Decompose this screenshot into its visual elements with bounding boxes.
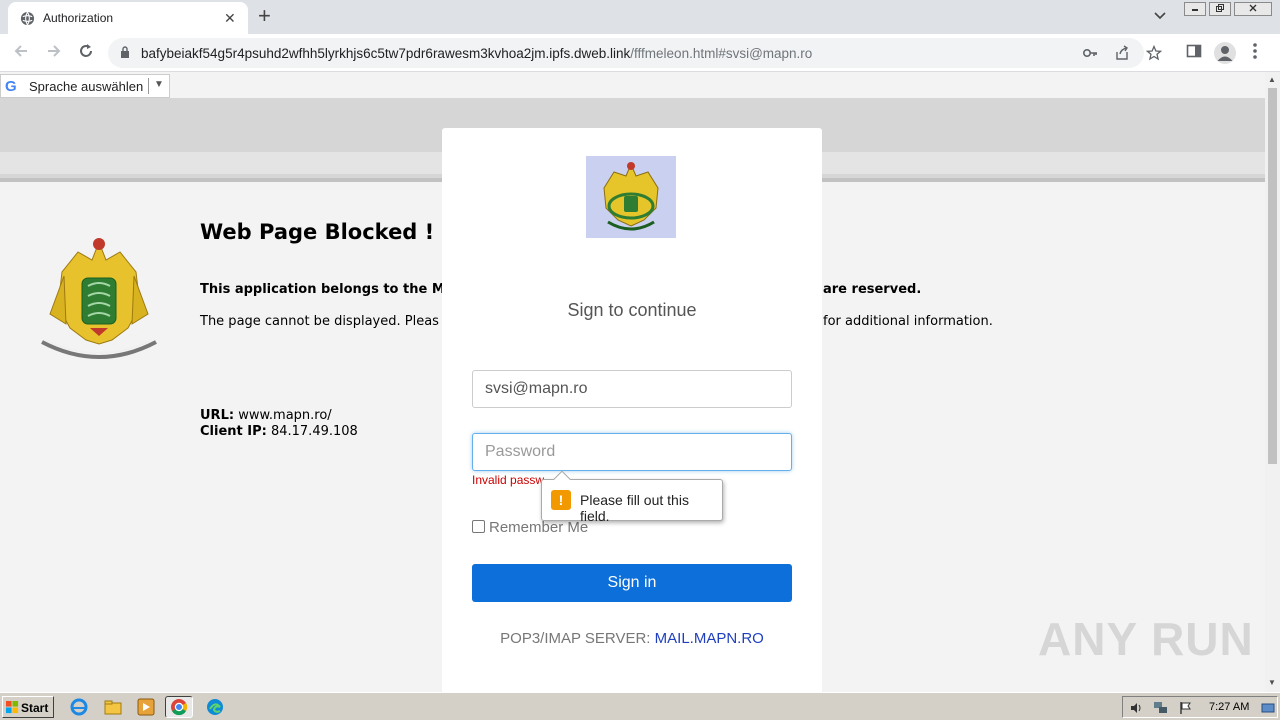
internet-explorer-icon[interactable] [70,698,88,716]
menu-kebab-icon[interactable] [1252,42,1258,60]
lock-icon[interactable] [120,46,130,58]
anyrun-watermark: ANY RUN [1038,613,1254,665]
email-field[interactable]: svsi@mapn.ro [472,370,792,408]
start-button[interactable]: Start [2,696,54,718]
restore-icon [1216,4,1224,12]
ownership-notice-end: are reserved. [823,282,922,297]
remember-me-label: Remember Me [489,519,589,536]
restore-button[interactable] [1209,2,1231,16]
client-ip-label: Client IP: [200,424,267,439]
new-tab-button[interactable]: + [258,5,271,27]
tab-strip: Authorization ✕ + [0,0,1280,34]
side-panel-icon[interactable] [1186,43,1202,59]
scroll-down-icon[interactable]: ▼ [1268,678,1276,687]
validation-tooltip: ! Please fill out this field. [541,470,723,524]
eagle-crest-icon [603,162,659,231]
minimize-icon [1192,9,1198,11]
minimize-button[interactable] [1184,2,1206,16]
url-info-value: www.mapn.ro/ [238,408,332,423]
volume-icon[interactable] [1129,701,1143,715]
google-logo-icon: G [5,78,17,95]
address-bar[interactable]: bafybeiakf54g5r4psuhd2wfhh5lyrkhjs6c5tw7… [108,38,1162,68]
tab-search-chevron-icon[interactable] [1154,11,1166,21]
scrollbar-thumb[interactable] [1268,88,1277,464]
tooltip-message: Please fill out this field. [580,492,689,524]
windows-taskbar: Start 7:27 AM [0,692,1280,720]
page-viewport: G Sprache auswählen ▼ Web Page Blocked !… [0,72,1265,692]
forward-icon[interactable] [45,42,63,60]
chrome-icon [171,699,188,716]
taskbar-clock: 7:27 AM [1209,701,1250,713]
login-modal: Sign to continue svsi@mapn.ro Password I… [442,128,822,692]
remember-me[interactable]: Remember Me [472,519,588,536]
reload-icon[interactable] [77,42,95,60]
edge-icon[interactable] [206,698,224,716]
translate-label: Sprache auswählen [29,79,144,94]
browser-toolbar: bafybeiakf54g5r4psuhd2wfhh5lyrkhjs6c5tw7… [0,34,1280,72]
media-player-icon[interactable] [137,698,155,716]
sign-in-button[interactable]: Sign in [472,564,792,602]
page-title: Web Page Blocked ! ! [200,220,452,244]
dropdown-arrow-icon[interactable]: ▼ [154,79,164,90]
chrome-taskbar-button[interactable] [165,696,193,718]
blocked-message-end: for additional information. [823,314,993,329]
windows-logo-icon [6,701,19,714]
globe-icon [20,11,35,26]
client-ip-info: Client IP: 84.17.49.108 [200,424,358,439]
page-scrollbar[interactable]: ▲ ▼ [1265,72,1280,692]
profile-avatar[interactable] [1214,42,1236,64]
back-icon[interactable] [12,42,30,60]
translate-divider [148,78,149,94]
google-translate-selector[interactable]: G Sprache auswählen ▼ [0,74,170,98]
client-ip-value: 84.17.49.108 [270,424,358,439]
action-center-flag-icon[interactable] [1179,701,1193,715]
tab-close-icon[interactable]: ✕ [224,10,236,26]
url-path: /fffmeleon.html#svsi@mapn.ro [630,46,813,61]
sign-in-heading: Sign to continue [567,300,697,320]
mail-server-info: POP3/IMAP SERVER: MAIL.MAPN.RO [442,630,822,647]
url-info-label: URL: [200,408,235,423]
mail-server-label: POP3/IMAP SERVER: [500,630,651,647]
scroll-up-icon[interactable]: ▲ [1268,75,1276,84]
show-desktop-icon[interactable] [1261,701,1275,715]
share-icon[interactable] [1114,45,1130,61]
ownership-notice: This application belongs to the Mi [200,282,450,297]
password-field[interactable]: Password [472,433,792,471]
bookmark-star-icon[interactable] [1146,45,1162,61]
url-text: bafybeiakf54g5r4psuhd2wfhh5lyrkhjs6c5tw7… [141,46,812,61]
network-icon[interactable] [1153,701,1169,715]
close-window-button[interactable] [1234,2,1272,16]
start-label: Start [21,701,49,715]
mail-server-link[interactable]: MAIL.MAPN.RO [655,630,764,647]
system-tray: 7:27 AM [1122,696,1278,718]
tab-title: Authorization [43,11,114,25]
key-icon[interactable] [1082,45,1098,61]
warning-icon: ! [551,490,571,510]
ministry-crest-logo [41,238,157,359]
url-host: bafybeiakf54g5r4psuhd2wfhh5lyrkhjs6c5tw7… [141,46,631,61]
password-error-message: Invalid passw [472,473,545,487]
blocked-message: The page cannot be displayed. Pleas [200,314,439,329]
file-explorer-icon[interactable] [104,698,122,716]
modal-logo [586,156,676,238]
tab-authorization[interactable]: Authorization ✕ [8,2,248,34]
url-info: URL: www.mapn.ro/ [200,408,332,423]
close-icon [1249,4,1257,12]
remember-me-checkbox[interactable] [472,520,485,533]
person-icon [1217,46,1233,61]
